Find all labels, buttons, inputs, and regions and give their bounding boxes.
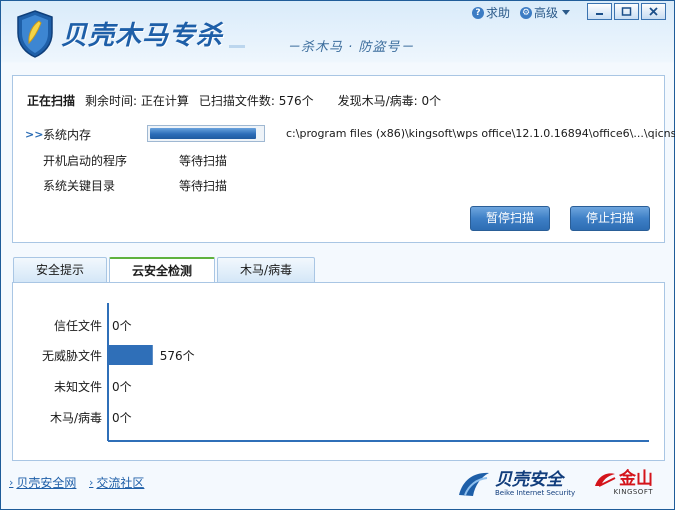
beike-brand-logo: 贝壳安全 Beike Internet Security [457,469,575,499]
close-icon [649,7,658,16]
kingsoft-brand-sub: KINGSOFT [613,488,653,496]
category-label: 木马/病毒 [50,410,102,425]
community-label: 交流社区 [96,476,145,490]
scan-item-state: 等待扫描 [179,154,228,168]
category-label: 信任文件 [54,318,102,333]
chevron-down-icon [562,10,570,15]
beike-brand-name: 贝壳安全 [495,470,563,490]
security-site-label: 贝壳安全网 [16,476,77,490]
found-threat-count: 发现木马/病毒: 0个 [337,94,442,108]
scan-progress-fill [150,128,257,139]
maximize-button[interactable] [614,3,639,20]
scan-item-startup: 开机启动的程序 等待扫描 [25,152,227,169]
link-arrow-icon: › [9,476,14,489]
footer: › 贝壳安全网 › 交流社区 贝壳安全 Beike Internet Secur… [1,465,674,509]
current-scan-path: c:\program files (x86)\kingsoft\wps offi… [286,127,675,140]
top-links: ? 求助 ⚙ 高级 [471,4,570,21]
current-item-marker-icon: >> [25,128,44,141]
kingsoft-mark-icon [595,473,616,487]
scan-item-label: 开机启动的程序 [43,154,128,168]
result-tabs: 安全提示 云安全检测 木马/病毒 [13,257,317,284]
bar-value-label: 576个 [160,349,195,363]
file-classification-chart: 信任文件 0个无威胁文件 576个未知文件 0个木马/病毒 0个 [42,303,649,442]
settings-icon: ⚙ [519,6,532,19]
community-link[interactable]: › 交流社区 [89,474,144,491]
security-site-link[interactable]: › 贝壳安全网 [9,474,76,491]
scan-progress-bar [147,125,265,142]
kingsoft-brand-logo: 金山 KINGSOFT [593,470,653,496]
bar-value-label: 0个 [112,411,132,425]
close-button[interactable] [641,3,666,20]
kingsoft-brand-name: 金山 [619,469,653,489]
minimize-icon [596,13,603,15]
window-controls [587,3,666,20]
scan-item-state: 等待扫描 [179,179,228,193]
help-icon: ? [471,6,484,19]
bar-value-label: 0个 [112,380,132,394]
scan-item-system-dirs: 系统关键目录 等待扫描 [25,177,227,194]
scan-status-line: 正在扫描 剩余时间: 正在计算 已扫描文件数: 576个 发现木马/病毒: 0个 [27,92,441,109]
remaining-time: 剩余时间: 正在计算 [85,94,189,108]
tab-cloud-scan[interactable]: 云安全检测 [109,257,216,284]
title-underline [229,45,245,48]
shield-logo-icon [17,10,53,58]
help-label: 求助 [485,6,510,20]
app-title: 贝壳木马专杀 [61,21,224,51]
tab-trojan-virus[interactable]: 木马/病毒 [217,257,316,283]
advanced-label: 高级 [533,6,558,20]
pause-scan-button[interactable]: 暂停扫描 [470,206,550,231]
stop-scan-button[interactable]: 停止扫描 [570,206,650,231]
scan-item-label: 系统关键目录 [43,179,116,193]
advanced-menu[interactable]: ⚙ 高级 [519,4,570,21]
scanned-file-count: 已扫描文件数: 576个 [198,94,314,108]
beike-brand-sub: Beike Internet Security [495,489,576,497]
app-window: 贝壳木马专杀 －杀木马 · 防盗号－ ? 求助 ⚙ 高级 正在扫描 剩余时间: … [0,0,675,510]
category-label: 未知文件 [54,379,102,394]
maximize-icon [621,7,632,16]
slogan: －杀木马 · 防盗号－ [287,40,415,55]
bar [109,345,153,365]
beike-shell-icon [459,472,489,496]
scan-status: 正在扫描 [27,94,76,108]
cloud-scan-panel: 信任文件 0个 无威胁文件 576个 未知文件 0个 木马/病毒 0个 [12,282,665,461]
tab-security-tips[interactable]: 安全提示 [13,257,108,283]
link-arrow-icon: › [89,476,94,489]
help-link[interactable]: ? 求助 [471,4,510,21]
minimize-button[interactable] [587,3,612,20]
bar-value-label: 0个 [112,319,132,333]
scan-panel: 正在扫描 剩余时间: 正在计算 已扫描文件数: 576个 发现木马/病毒: 0个… [12,75,675,243]
header: 贝壳木马专杀 －杀木马 · 防盗号－ ? 求助 ⚙ 高级 [1,1,674,69]
category-label: 无威胁文件 [42,348,102,363]
